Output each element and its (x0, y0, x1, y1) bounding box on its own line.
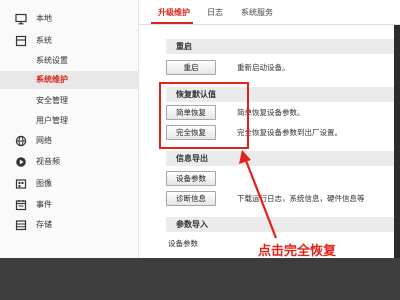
full-restore-button[interactable]: 完全恢复 (166, 125, 216, 140)
section-restart-header: 重启 (166, 39, 400, 54)
sidebar-item-label: 系统设置 (36, 56, 68, 65)
sidebar: 本地 系统 系统设置 系统维护 安全管理 用户管理 网络 视音频 图像 事件 存… (0, 0, 139, 258)
section-export-header: 信息导出 (166, 151, 400, 166)
image-icon (15, 178, 27, 190)
active-tab-indicator (151, 22, 193, 24)
sidebar-item-label: 用户管理 (36, 116, 68, 125)
sidebar-item-video-audio[interactable]: 视音频 (0, 153, 138, 171)
main-content: 重启 重启 重新启动设备。 恢复默认值 简单恢复 简单恢复设备参数。 完全恢复 … (140, 25, 400, 258)
sidebar-item-storage[interactable]: 存储 (0, 216, 138, 234)
section-title: 重启 (176, 42, 192, 51)
tab-log[interactable]: 日志 (207, 7, 223, 19)
sidebar-item-label: 图像 (36, 179, 52, 188)
simple-restore-button[interactable]: 简单恢复 (166, 105, 216, 120)
sidebar-item-event[interactable]: 事件 (0, 196, 138, 214)
sidebar-item-label: 本地 (36, 14, 52, 23)
calendar-icon (15, 199, 27, 211)
sidebar-item-image[interactable]: 图像 (0, 175, 138, 193)
export-device-params-button[interactable]: 设备参数 (166, 171, 216, 186)
annotation-text: 点击完全恢复 (258, 244, 337, 258)
sidebar-item-label: 事件 (36, 200, 52, 209)
tab-system-service[interactable]: 系统服务 (241, 7, 273, 19)
sidebar-item-label: 视音频 (36, 157, 60, 166)
globe-icon (15, 135, 27, 147)
sidebar-item-system-maintenance[interactable]: 系统维护 (0, 71, 138, 89)
video-audio-icon (15, 156, 27, 168)
section-title: 参数导入 (176, 220, 208, 229)
system-box-icon (15, 35, 27, 47)
app-window: 本地 系统 系统设置 系统维护 安全管理 用户管理 网络 视音频 图像 事件 存… (0, 0, 400, 258)
restart-description: 重新启动设备。 (237, 63, 290, 72)
sidebar-item-network[interactable]: 网络 (0, 132, 138, 150)
export-diagnostic-info-button[interactable]: 诊断信息 (166, 191, 216, 206)
simple-restore-description: 简单恢复设备参数。 (237, 108, 305, 117)
full-restore-description: 完全恢复设备参数到出厂设置。 (237, 128, 342, 137)
sidebar-item-label: 系统维护 (36, 75, 68, 84)
section-restore-header: 恢复默认值 (166, 87, 400, 102)
import-device-params-label: 设备参数 (168, 239, 198, 248)
sidebar-item-system[interactable]: 系统 (0, 32, 138, 50)
section-title: 信息导出 (176, 154, 208, 163)
restart-button[interactable]: 重启 (166, 60, 216, 75)
storage-icon (15, 219, 27, 231)
sidebar-item-local[interactable]: 本地 (0, 10, 138, 28)
sidebar-item-label: 系统 (36, 36, 52, 45)
section-title: 恢复默认值 (176, 90, 216, 99)
sidebar-item-system-settings[interactable]: 系统设置 (0, 52, 138, 70)
section-import-header: 参数导入 (166, 217, 400, 232)
tab-upgrade-maintenance[interactable]: 升级维护 (158, 7, 190, 19)
sidebar-item-user-management[interactable]: 用户管理 (0, 112, 138, 130)
sidebar-item-label: 网络 (36, 136, 52, 145)
diagnostic-info-description: 下载运行日志，系统信息，硬件信息等 (237, 194, 365, 203)
sidebar-item-label: 安全管理 (36, 96, 68, 105)
scrollbar[interactable] (394, 25, 400, 258)
monitor-icon (15, 13, 27, 25)
sidebar-item-label: 存储 (36, 220, 52, 229)
sidebar-item-security-management[interactable]: 安全管理 (0, 92, 138, 110)
